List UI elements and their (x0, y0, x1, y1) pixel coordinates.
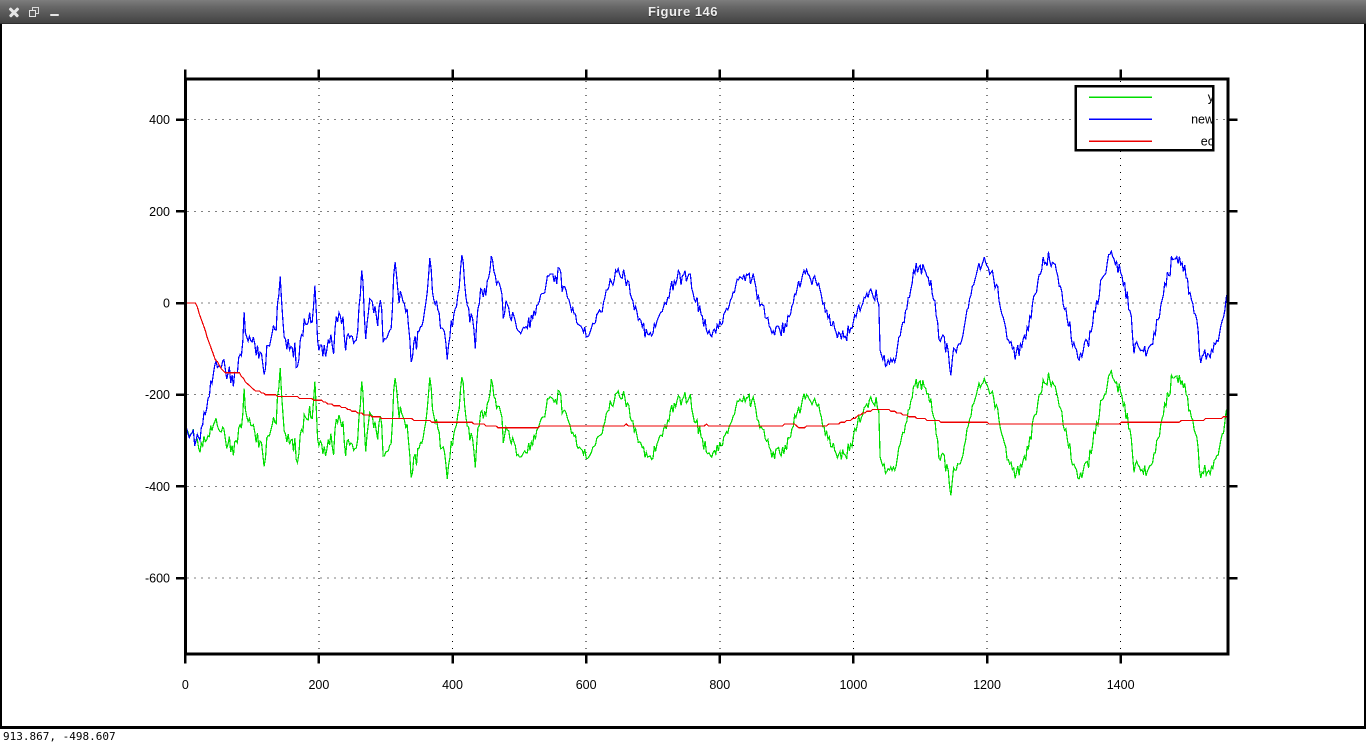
x-tick-label: 0 (182, 678, 189, 692)
figure-window: Figure 146 0 200 400 600 800 1000 1200 1400 400 2… (0, 0, 1366, 744)
window-titlebar[interactable]: Figure 146 (0, 0, 1366, 24)
y-tick-label: -400 (145, 480, 170, 494)
x-tick-label: 200 (308, 678, 329, 692)
cursor-coordinates: 913.867, -498.607 (3, 730, 116, 743)
x-tick-label: 1200 (973, 678, 1001, 692)
y-tick-label: -200 (145, 388, 170, 402)
plot-area[interactable] (186, 79, 1229, 654)
y-tick-label: 200 (149, 205, 170, 219)
y-tick-label: -600 (145, 572, 170, 586)
figure-plot: 0 200 400 600 800 1000 1200 1400 400 200 0 -200 -400… (2, 24, 1364, 726)
x-tick-label: 800 (709, 678, 730, 692)
x-tick-label: 1400 (1107, 678, 1135, 692)
x-tick-label: 1000 (839, 678, 867, 692)
status-bar: 913.867, -498.607 (0, 729, 1366, 744)
y-tick-label: 400 (149, 113, 170, 127)
window-title: Figure 146 (0, 0, 1366, 23)
y-tick-label: 0 (163, 297, 170, 311)
x-tick-label: 400 (442, 678, 463, 692)
x-tick-label: 600 (576, 678, 597, 692)
plot-canvas[interactable]: 0 200 400 600 800 1000 1200 1400 400 200 0 -200 -400… (0, 24, 1366, 729)
